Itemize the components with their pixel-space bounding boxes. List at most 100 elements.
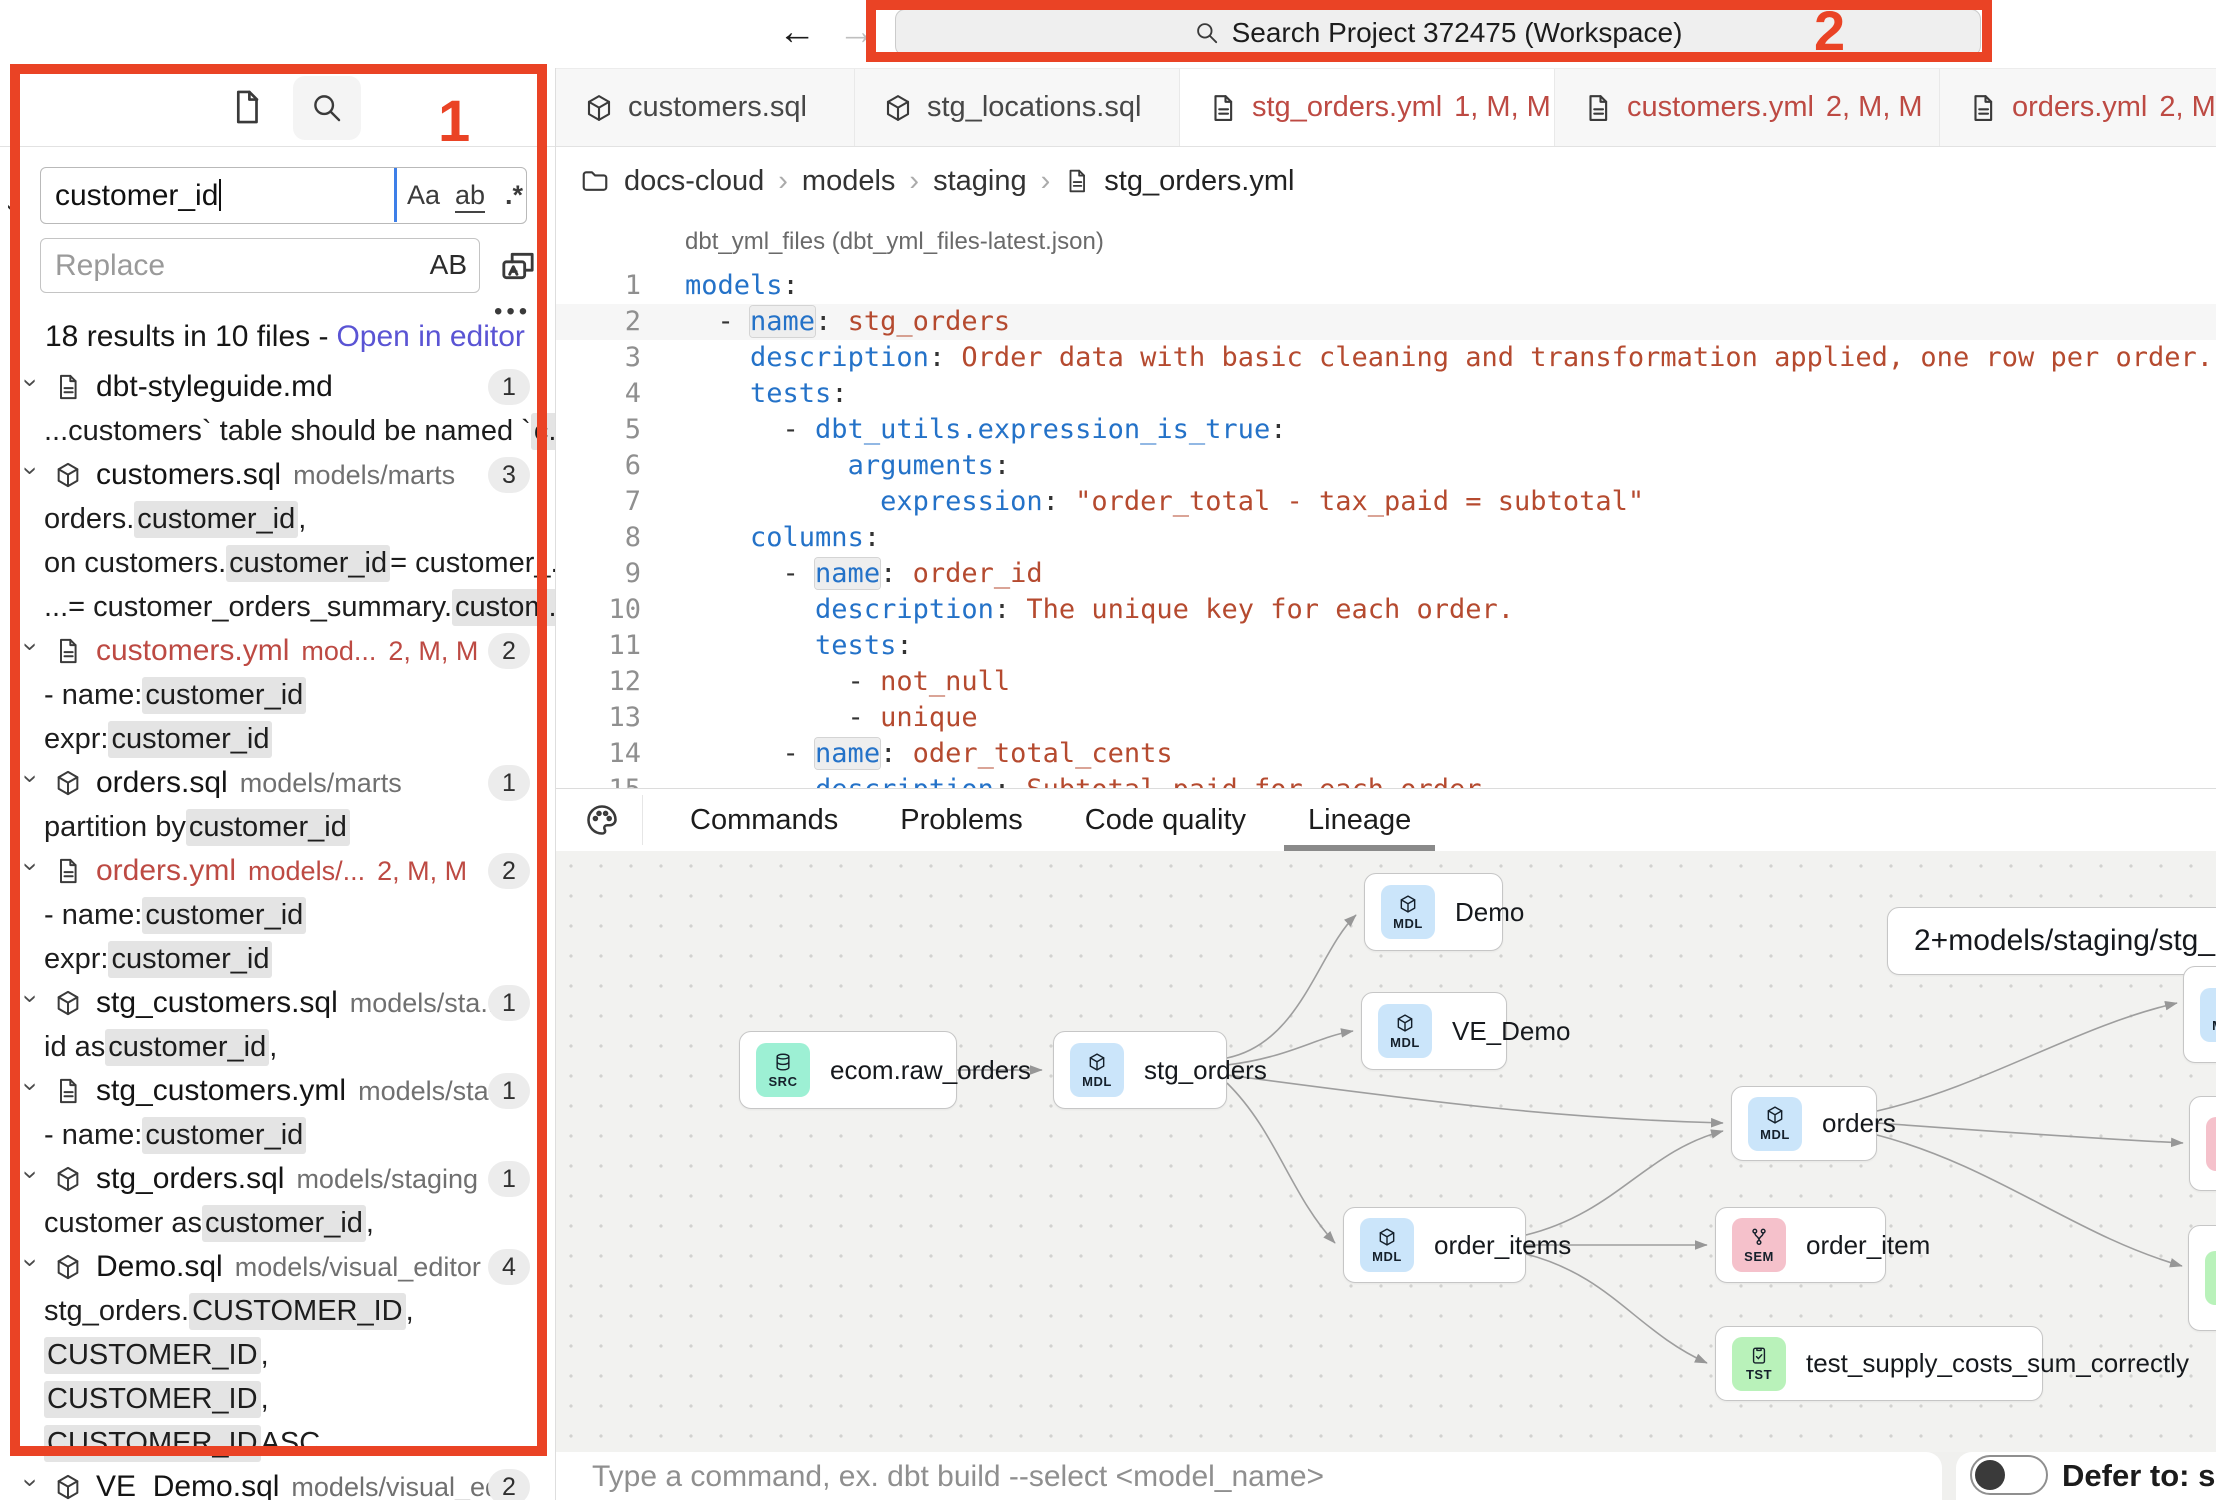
lineage-node[interactable]: MDL order_items xyxy=(1343,1207,1526,1283)
theme-palette-icon[interactable] xyxy=(584,802,620,838)
code-line[interactable]: 3 description: Order data with basic cle… xyxy=(556,340,2216,376)
chevron-down-icon[interactable]: › xyxy=(16,378,47,396)
editor-tab[interactable]: stg_locations.sql xyxy=(855,69,1180,146)
back-arrow-icon[interactable]: ← xyxy=(778,11,816,53)
lineage-node[interactable]: TST test_supply_costs_sum_correctly xyxy=(1715,1326,2043,1401)
breadcrumb-item[interactable]: staging xyxy=(933,165,1027,198)
panel-tab[interactable]: Commands xyxy=(690,789,838,851)
chevron-down-icon[interactable]: › xyxy=(16,994,47,1012)
code-editor[interactable]: 1 models: 2 - name: stg_orders 3 descrip… xyxy=(556,268,2216,789)
preserve-case-button[interactable]: AB xyxy=(430,249,467,281)
search-result-file-row[interactable]: › stg_orders.sql models/staging 1 xyxy=(0,1157,556,1201)
search-match-row[interactable]: - name: customer_id xyxy=(0,1113,556,1157)
code-line[interactable]: 10 description: The unique key for each … xyxy=(556,592,2216,628)
search-match-row[interactable]: CUSTOMER_ID ASC, xyxy=(0,1421,556,1465)
editor-tab[interactable]: customers.yml 2, M, M xyxy=(1555,69,1940,146)
search-result-file-row[interactable]: › stg_customers.yml models/sta... 1 xyxy=(0,1069,556,1113)
code-line[interactable]: 1 models: xyxy=(556,268,2216,304)
editor-tab[interactable]: customers.sql xyxy=(556,69,855,146)
code-line[interactable]: 13 - unique xyxy=(556,700,2216,736)
replace-all-icon[interactable] xyxy=(498,246,538,286)
panel-tab[interactable]: Lineage xyxy=(1308,789,1411,851)
editor-tab[interactable]: orders.yml 2, M, M xyxy=(1940,69,2216,146)
search-match-row[interactable]: - name: customer_id xyxy=(0,893,556,937)
chevron-down-icon[interactable]: › xyxy=(16,774,47,792)
search-match-row[interactable]: expr: customer_id xyxy=(0,717,556,761)
line-content: description: The unique key for each ord… xyxy=(685,592,1514,628)
code-line[interactable]: 9 - name: order_id xyxy=(556,556,2216,592)
code-line[interactable]: 6 arguments: xyxy=(556,448,2216,484)
chevron-down-icon[interactable]: › xyxy=(16,862,47,880)
collapse-search-chevron-icon[interactable]: › xyxy=(0,204,32,214)
lineage-node[interactable]: MDL xyxy=(2183,966,2216,1063)
project-search-bar[interactable]: Search Project 372475 (Workspace) xyxy=(895,9,1981,56)
lineage-node[interactable]: SEM xyxy=(2189,1096,2216,1191)
search-match-row[interactable]: CUSTOMER_ID, xyxy=(0,1377,556,1421)
code-line[interactable]: 11 tests: xyxy=(556,628,2216,664)
breadcrumb-file[interactable]: stg_orders.yml xyxy=(1104,165,1294,198)
replace-input[interactable]: Replace AB xyxy=(40,238,480,293)
search-input[interactable]: customer_id Aa ab .* xyxy=(40,167,527,224)
code-line[interactable]: 8 columns: xyxy=(556,520,2216,556)
editor-tab[interactable]: stg_orders.yml 1, M, M × xyxy=(1180,69,1555,146)
lineage-node[interactable]: SRC ecom.raw_orders xyxy=(739,1031,957,1109)
panel-tab[interactable]: Code quality xyxy=(1085,789,1246,851)
search-match-row[interactable]: - name: customer_id xyxy=(0,673,556,717)
search-result-file-row[interactable]: › Demo.sql models/visual_editor 4 xyxy=(0,1245,556,1289)
open-in-editor-link[interactable]: Open in editor xyxy=(336,320,524,353)
breadcrumb-item[interactable]: docs-cloud xyxy=(624,165,764,198)
code-line[interactable]: 2 - name: stg_orders xyxy=(556,304,2216,340)
chevron-down-icon[interactable]: › xyxy=(16,1478,47,1496)
search-result-file-row[interactable]: › dbt-styleguide.md 1 xyxy=(0,365,556,409)
lineage-node[interactable]: TST xyxy=(2188,1225,2216,1331)
breadcrumb-item[interactable]: models xyxy=(802,165,896,198)
lineage-node[interactable]: MDL orders xyxy=(1731,1086,1877,1161)
search-match-row[interactable]: ...= customer_orders_summary.custom... xyxy=(0,585,556,629)
code-line[interactable]: 4 tests: xyxy=(556,376,2216,412)
match-pre-text: partition by xyxy=(44,811,186,844)
code-line[interactable]: 12 - not_null xyxy=(556,664,2216,700)
search-match-row[interactable]: orders.customer_id, xyxy=(0,497,556,541)
file-type-icon xyxy=(1208,93,1238,123)
search-result-file-row[interactable]: › customers.yml mod... 2, M, M 2 xyxy=(0,629,556,673)
search-result-file-row[interactable]: › orders.yml models/... 2, M, M 2 xyxy=(0,849,556,893)
panel-tab[interactable]: Problems xyxy=(900,789,1023,851)
chevron-down-icon[interactable]: › xyxy=(16,642,47,660)
forward-arrow-icon[interactable]: → xyxy=(838,11,876,53)
lineage-node[interactable]: 2+models/staging/stg_or xyxy=(1887,907,2216,975)
search-result-file-row[interactable]: › stg_customers.sql models/sta... 1 xyxy=(0,981,556,1025)
code-line[interactable]: 5 - dbt_utils.expression_is_true: xyxy=(556,412,2216,448)
search-match-row[interactable]: partition by customer_id xyxy=(0,805,556,849)
chevron-down-icon[interactable]: › xyxy=(16,1170,47,1188)
files-explorer-icon[interactable] xyxy=(228,88,266,126)
lineage-node[interactable]: MDL stg_orders xyxy=(1053,1031,1227,1109)
search-match-row[interactable]: ...customers` table should be named `c..… xyxy=(0,409,556,453)
match-highlight: CUSTOMER_ID xyxy=(189,1293,406,1330)
code-line[interactable]: 15 description: Subtotal paid for each o… xyxy=(556,772,2216,789)
chevron-down-icon[interactable]: › xyxy=(16,1258,47,1276)
chevron-down-icon[interactable]: › xyxy=(16,466,47,484)
search-tool-button[interactable] xyxy=(293,76,361,140)
lineage-node[interactable]: SEM order_item xyxy=(1715,1207,1886,1283)
match-case-button[interactable]: Aa xyxy=(407,180,440,211)
search-result-file-row[interactable]: › customers.sql models/marts 3 xyxy=(0,453,556,497)
lineage-canvas[interactable]: SRC ecom.raw_orders MDL stg_orde xyxy=(556,851,2216,1453)
toggle-knob xyxy=(1975,1460,2005,1490)
search-result-file-row[interactable]: › VE_Demo.sql models/visual_ed... 2 xyxy=(0,1465,556,1500)
code-line[interactable]: 14 - name: oder_total_cents xyxy=(556,736,2216,772)
chevron-down-icon[interactable]: › xyxy=(16,1082,47,1100)
search-match-row[interactable]: id as customer_id, xyxy=(0,1025,556,1069)
lineage-node[interactable]: MDL VE_Demo xyxy=(1361,992,1507,1070)
search-match-row[interactable]: stg_orders.CUSTOMER_ID, xyxy=(0,1289,556,1333)
search-match-row[interactable]: CUSTOMER_ID, xyxy=(0,1333,556,1377)
regex-button[interactable]: .* xyxy=(505,180,523,211)
search-match-row[interactable]: on customers.customer_id = customer_... xyxy=(0,541,556,585)
whole-word-button[interactable]: ab xyxy=(455,180,485,213)
search-match-row[interactable]: customer as customer_id, xyxy=(0,1201,556,1245)
defer-toggle[interactable] xyxy=(1970,1455,2048,1495)
search-result-file-row[interactable]: › orders.sql models/marts 1 xyxy=(0,761,556,805)
command-input[interactable]: Type a command, ex. dbt build --select <… xyxy=(556,1452,1942,1500)
lineage-node[interactable]: MDL Demo xyxy=(1364,873,1503,951)
code-line[interactable]: 7 expression: "order_total - tax_paid = … xyxy=(556,484,2216,520)
search-match-row[interactable]: expr: customer_id xyxy=(0,937,556,981)
